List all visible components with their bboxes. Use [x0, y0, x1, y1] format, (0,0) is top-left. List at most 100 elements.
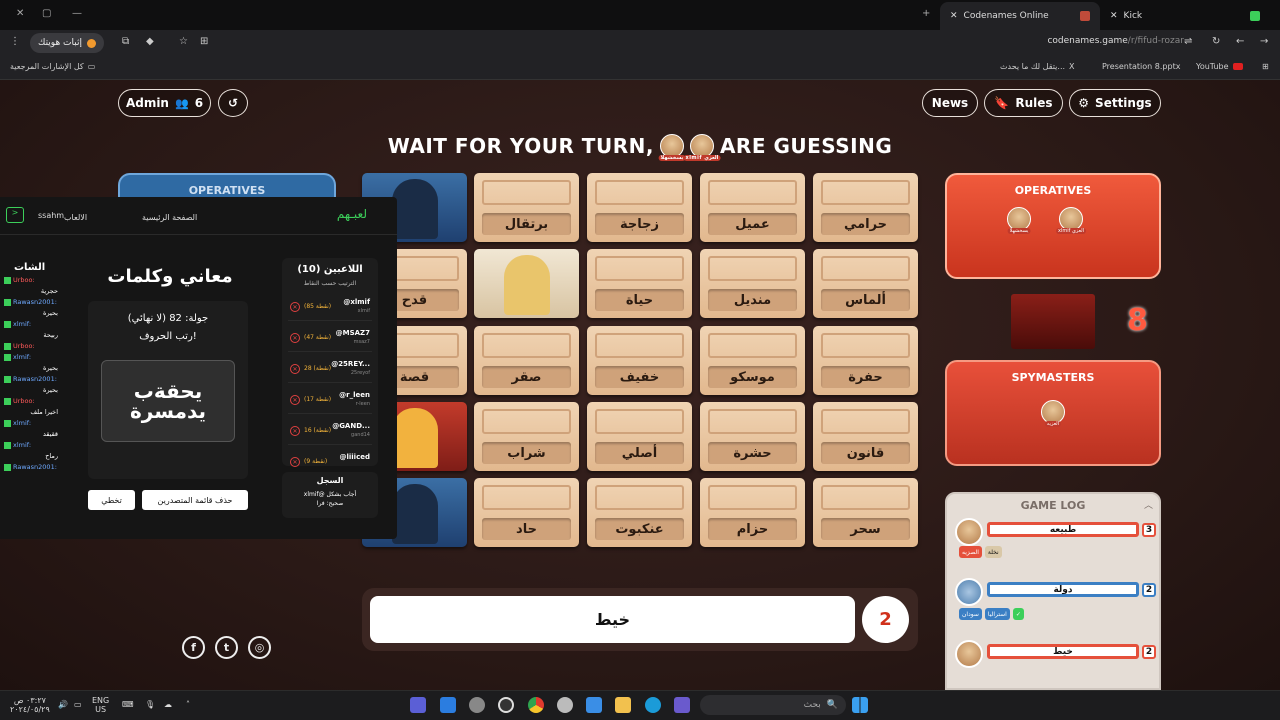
word-card[interactable]: صقر: [474, 326, 579, 395]
volume-icon[interactable]: 🔊: [58, 700, 68, 709]
nav-games[interactable]: الالعاب: [64, 213, 87, 222]
remove-player-icon[interactable]: ✕: [290, 457, 300, 467]
tab-close-icon[interactable]: ✕: [1110, 11, 1118, 21]
word-card[interactable]: برتقال: [474, 173, 579, 242]
address-bar[interactable]: codenames.game/r/fifud-rozar: [1047, 36, 1184, 46]
card-word: زجاجة: [595, 213, 684, 235]
discord-icon[interactable]: [410, 697, 426, 713]
steam-icon[interactable]: [498, 697, 514, 713]
word-card[interactable]: حرامي: [813, 173, 918, 242]
bookmark-x[interactable]: يتقل لك ما يحدث... X: [1000, 62, 1075, 71]
news-button[interactable]: News: [922, 89, 978, 117]
close-window-icon[interactable]: ✕: [16, 8, 24, 19]
tab-codenames[interactable]: ✕ Codenames Online: [940, 2, 1100, 30]
word-card[interactable]: ألماس: [813, 249, 918, 318]
minimize-window-icon[interactable]: —: [72, 8, 82, 19]
back-icon[interactable]: ←: [1236, 36, 1244, 47]
rules-label: Rules: [1015, 96, 1053, 110]
clock[interactable]: ٠٣:٢٧ ص ٢٠٢٤/٠٥/٢٩: [10, 696, 50, 714]
word-card[interactable]: عنكبوت: [587, 478, 692, 547]
chat-user-line: Urboo:: [4, 396, 58, 407]
settings-button[interactable]: ⚙ Settings: [1069, 89, 1161, 117]
restore-window-icon[interactable]: ▢: [42, 8, 51, 19]
bookmark-presentation[interactable]: Presentation 8.pptx: [1102, 62, 1180, 71]
network-icon[interactable]: ▭: [74, 700, 82, 709]
word-card[interactable]: عميل: [700, 173, 805, 242]
nav-home[interactable]: الصفحة الرئيسية: [142, 213, 197, 222]
obs-icon[interactable]: [557, 697, 573, 713]
bookmark-youtube[interactable]: YouTube: [1196, 62, 1243, 71]
chevron-up-icon[interactable]: ︿: [1144, 498, 1153, 511]
windows-start-icon[interactable]: [852, 697, 868, 713]
reload-icon[interactable]: ↻: [1212, 36, 1220, 47]
site-settings-icon[interactable]: ⇌: [1184, 36, 1192, 47]
star-icon[interactable]: ☆: [179, 36, 188, 47]
word-card[interactable]: حاد: [474, 478, 579, 547]
tab-close-icon[interactable]: ✕: [950, 11, 958, 21]
word-card[interactable]: زجاجة: [587, 173, 692, 242]
word-card[interactable]: حفرة: [813, 326, 918, 395]
word-card[interactable]: موسكو: [700, 326, 805, 395]
word-card[interactable]: حشرة: [700, 402, 805, 471]
remove-player-icon[interactable]: ✕: [290, 302, 300, 312]
rules-button[interactable]: 🔖 Rules: [984, 89, 1063, 117]
cloud-icon[interactable]: ☁: [164, 700, 172, 709]
file-explorer-icon[interactable]: [615, 697, 631, 713]
admin-button[interactable]: Admin 👥 6: [118, 89, 211, 117]
copilot-icon[interactable]: [674, 697, 690, 713]
profile-button[interactable]: إثبات هويتك: [30, 33, 104, 53]
nav-user[interactable]: ssahm: [38, 211, 64, 220]
tab-kick[interactable]: ✕ Kick: [1100, 2, 1270, 30]
forward-icon[interactable]: →: [1260, 36, 1268, 47]
settings-app-icon[interactable]: [469, 697, 485, 713]
keyboard-icon[interactable]: ⌨: [122, 700, 134, 709]
skip-button[interactable]: تخطي: [88, 490, 135, 510]
clear-leaderboard-button[interactable]: حذف قائمة المتصدرين: [142, 490, 248, 510]
chevron-up-icon[interactable]: ˄: [186, 700, 190, 709]
kick-badge-icon: [4, 375, 11, 383]
overlay-menu-icon[interactable]: >: [6, 207, 24, 223]
word-card[interactable]: [474, 249, 579, 318]
extensions-icon[interactable]: ⧉: [122, 36, 129, 47]
word-card[interactable]: سحر: [813, 478, 918, 547]
edge-icon[interactable]: [645, 697, 661, 713]
word-card[interactable]: خفيف: [587, 326, 692, 395]
translate-icon[interactable]: ⊞: [200, 36, 208, 47]
card-top-plate: [708, 485, 797, 510]
all-bookmarks[interactable]: كل الإشارات المرجعية ▭: [10, 62, 95, 71]
remove-player-icon[interactable]: ✕: [290, 364, 300, 374]
chat-username: xlmif:: [13, 353, 32, 361]
card-word: حفرة: [821, 366, 910, 388]
store-icon[interactable]: [586, 697, 602, 713]
remove-player-icon[interactable]: ✕: [290, 333, 300, 343]
word-card[interactable]: أصلي: [587, 402, 692, 471]
mic-icon[interactable]: 🎙: [145, 700, 155, 709]
reset-button[interactable]: ↺: [218, 89, 248, 117]
url-host: codenames.game: [1047, 36, 1128, 46]
log-player-avatar: [955, 518, 983, 546]
new-tab-icon[interactable]: +: [922, 8, 930, 19]
scrambled-line: يدمسرة: [129, 399, 207, 423]
chrome-icon[interactable]: [528, 697, 544, 713]
word-card[interactable]: شراب: [474, 402, 579, 471]
twitter-icon[interactable]: t: [215, 636, 238, 659]
bookmarks-grid-icon[interactable]: ⊞: [1262, 62, 1269, 71]
word-card[interactable]: منديل: [700, 249, 805, 318]
word-card[interactable]: حزام: [700, 478, 805, 547]
word-card[interactable]: حياة: [587, 249, 692, 318]
taskbar-search[interactable]: بحث 🔍: [700, 695, 846, 715]
puzzle-icon[interactable]: ◆: [146, 36, 154, 47]
player-name: @GAND...: [332, 422, 370, 430]
tab-title: Codenames Online: [963, 11, 1049, 21]
menu-icon[interactable]: ⋮: [10, 36, 20, 47]
card-top-plate: [821, 333, 910, 358]
remove-player-icon[interactable]: ✕: [290, 426, 300, 436]
instagram-icon[interactable]: ◎: [248, 636, 271, 659]
word-card[interactable]: قانون: [813, 402, 918, 471]
youtube-icon: [1232, 63, 1243, 70]
players-count: 6: [194, 96, 204, 110]
photos-icon[interactable]: [440, 697, 456, 713]
facebook-icon[interactable]: f: [182, 636, 205, 659]
remove-player-icon[interactable]: ✕: [290, 395, 300, 405]
language-indicator[interactable]: ENG US: [92, 696, 109, 714]
